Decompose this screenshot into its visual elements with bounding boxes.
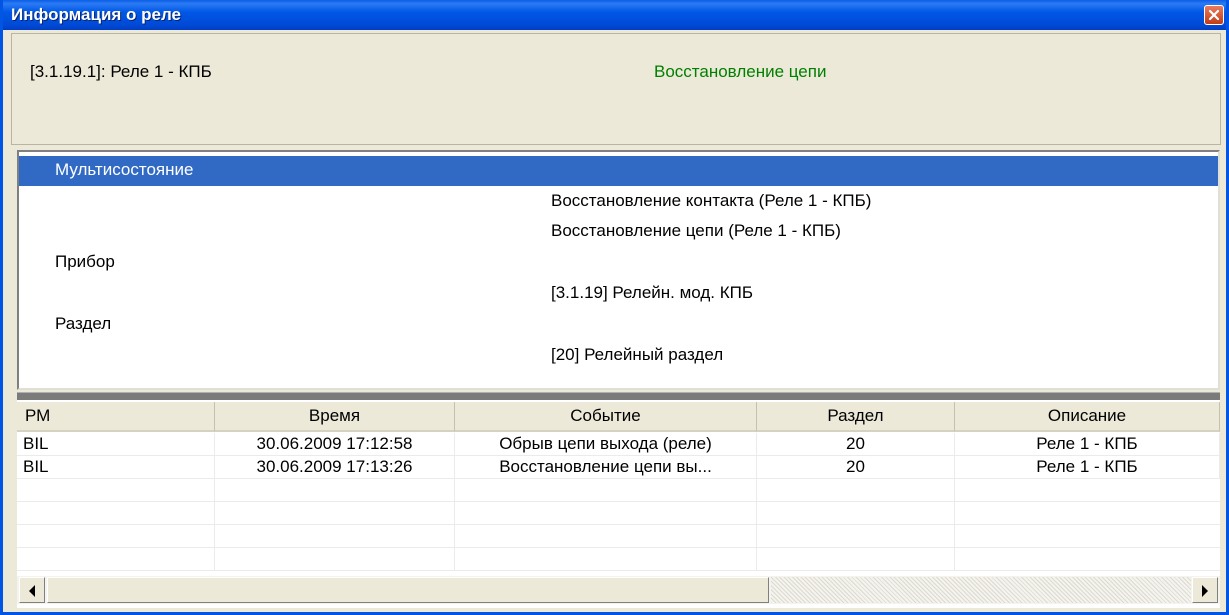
property-group-label: Раздел — [55, 314, 112, 333]
cell-description: Реле 1 - КПБ — [955, 433, 1220, 455]
relay-info-panel: [3.1.19.1]: Реле 1 - КПБ Восстановление … — [11, 33, 1221, 145]
table-row[interactable]: BIL 30.06.2009 17:13:26 Восстановление ц… — [17, 456, 1220, 479]
property-group-label: Прибор — [55, 252, 115, 271]
window-title: Информация о реле — [11, 5, 182, 24]
cell-rm: BIL — [17, 456, 215, 478]
table-row-empty — [17, 525, 1220, 548]
column-header-time[interactable]: Время — [215, 402, 455, 432]
column-header-section[interactable]: Раздел — [757, 402, 955, 432]
events-table: РМ Время Событие Раздел Описание BIL 30.… — [17, 400, 1220, 608]
relay-info-window: Информация о реле [3.1.19.1]: Реле 1 - К… — [0, 0, 1229, 615]
close-icon — [1208, 9, 1220, 21]
table-row-empty — [17, 502, 1220, 525]
property-value-row[interactable]: Восстановление контакта (Реле 1 - КПБ) — [19, 187, 1218, 217]
cell-event: Восстановление цепи вы... — [455, 456, 757, 478]
scroll-track[interactable] — [771, 577, 1191, 603]
properties-list[interactable]: Мультисостояние Восстановление контакта … — [17, 150, 1220, 390]
property-value: [20] Релейный раздел — [551, 345, 724, 364]
horizontal-scrollbar[interactable] — [17, 576, 1220, 604]
property-value: [3.1.19] Релейн. мод. КПБ — [551, 283, 754, 302]
close-button[interactable] — [1204, 5, 1224, 25]
relay-name: [3.1.19.1]: Реле 1 - КПБ — [30, 62, 212, 81]
property-value-row[interactable]: [20] Релейный раздел — [19, 341, 1218, 371]
property-value: Восстановление контакта (Реле 1 - КПБ) — [551, 191, 872, 210]
relay-state: Восстановление цепи — [654, 62, 827, 81]
scroll-right-button[interactable] — [1192, 577, 1218, 603]
column-header-rm[interactable]: РМ — [17, 402, 215, 432]
cell-time: 30.06.2009 17:12:58 — [215, 433, 455, 455]
property-group-label: Мультисостояние — [55, 160, 194, 179]
cell-event: Обрыв цепи выхода (реле) — [455, 433, 757, 455]
arrow-left-icon — [29, 585, 35, 597]
table-row-empty — [17, 548, 1220, 571]
property-value-row[interactable]: Восстановление цепи (Реле 1 - КПБ) — [19, 217, 1218, 247]
cell-description: Реле 1 - КПБ — [955, 456, 1220, 478]
scroll-left-button[interactable] — [19, 577, 45, 603]
property-group-section[interactable]: Раздел — [19, 310, 1218, 340]
table-row-empty — [17, 479, 1220, 502]
column-header-description[interactable]: Описание — [955, 402, 1220, 432]
arrow-right-icon — [1202, 585, 1208, 597]
cell-section: 20 — [757, 456, 955, 478]
property-group-multistate[interactable]: Мультисостояние — [19, 156, 1218, 186]
property-value: Восстановление цепи (Реле 1 - КПБ) — [551, 221, 841, 240]
column-header-event[interactable]: Событие — [455, 402, 757, 432]
title-bar[interactable]: Информация о реле — [3, 0, 1226, 30]
cell-time: 30.06.2009 17:13:26 — [215, 456, 455, 478]
property-group-device[interactable]: Прибор — [19, 248, 1218, 278]
cell-section: 20 — [757, 433, 955, 455]
cell-rm: BIL — [17, 433, 215, 455]
property-value-row[interactable]: [3.1.19] Релейн. мод. КПБ — [19, 279, 1218, 309]
table-row[interactable]: BIL 30.06.2009 17:12:58 Обрыв цепи выход… — [17, 433, 1220, 456]
scroll-thumb[interactable] — [47, 577, 769, 603]
